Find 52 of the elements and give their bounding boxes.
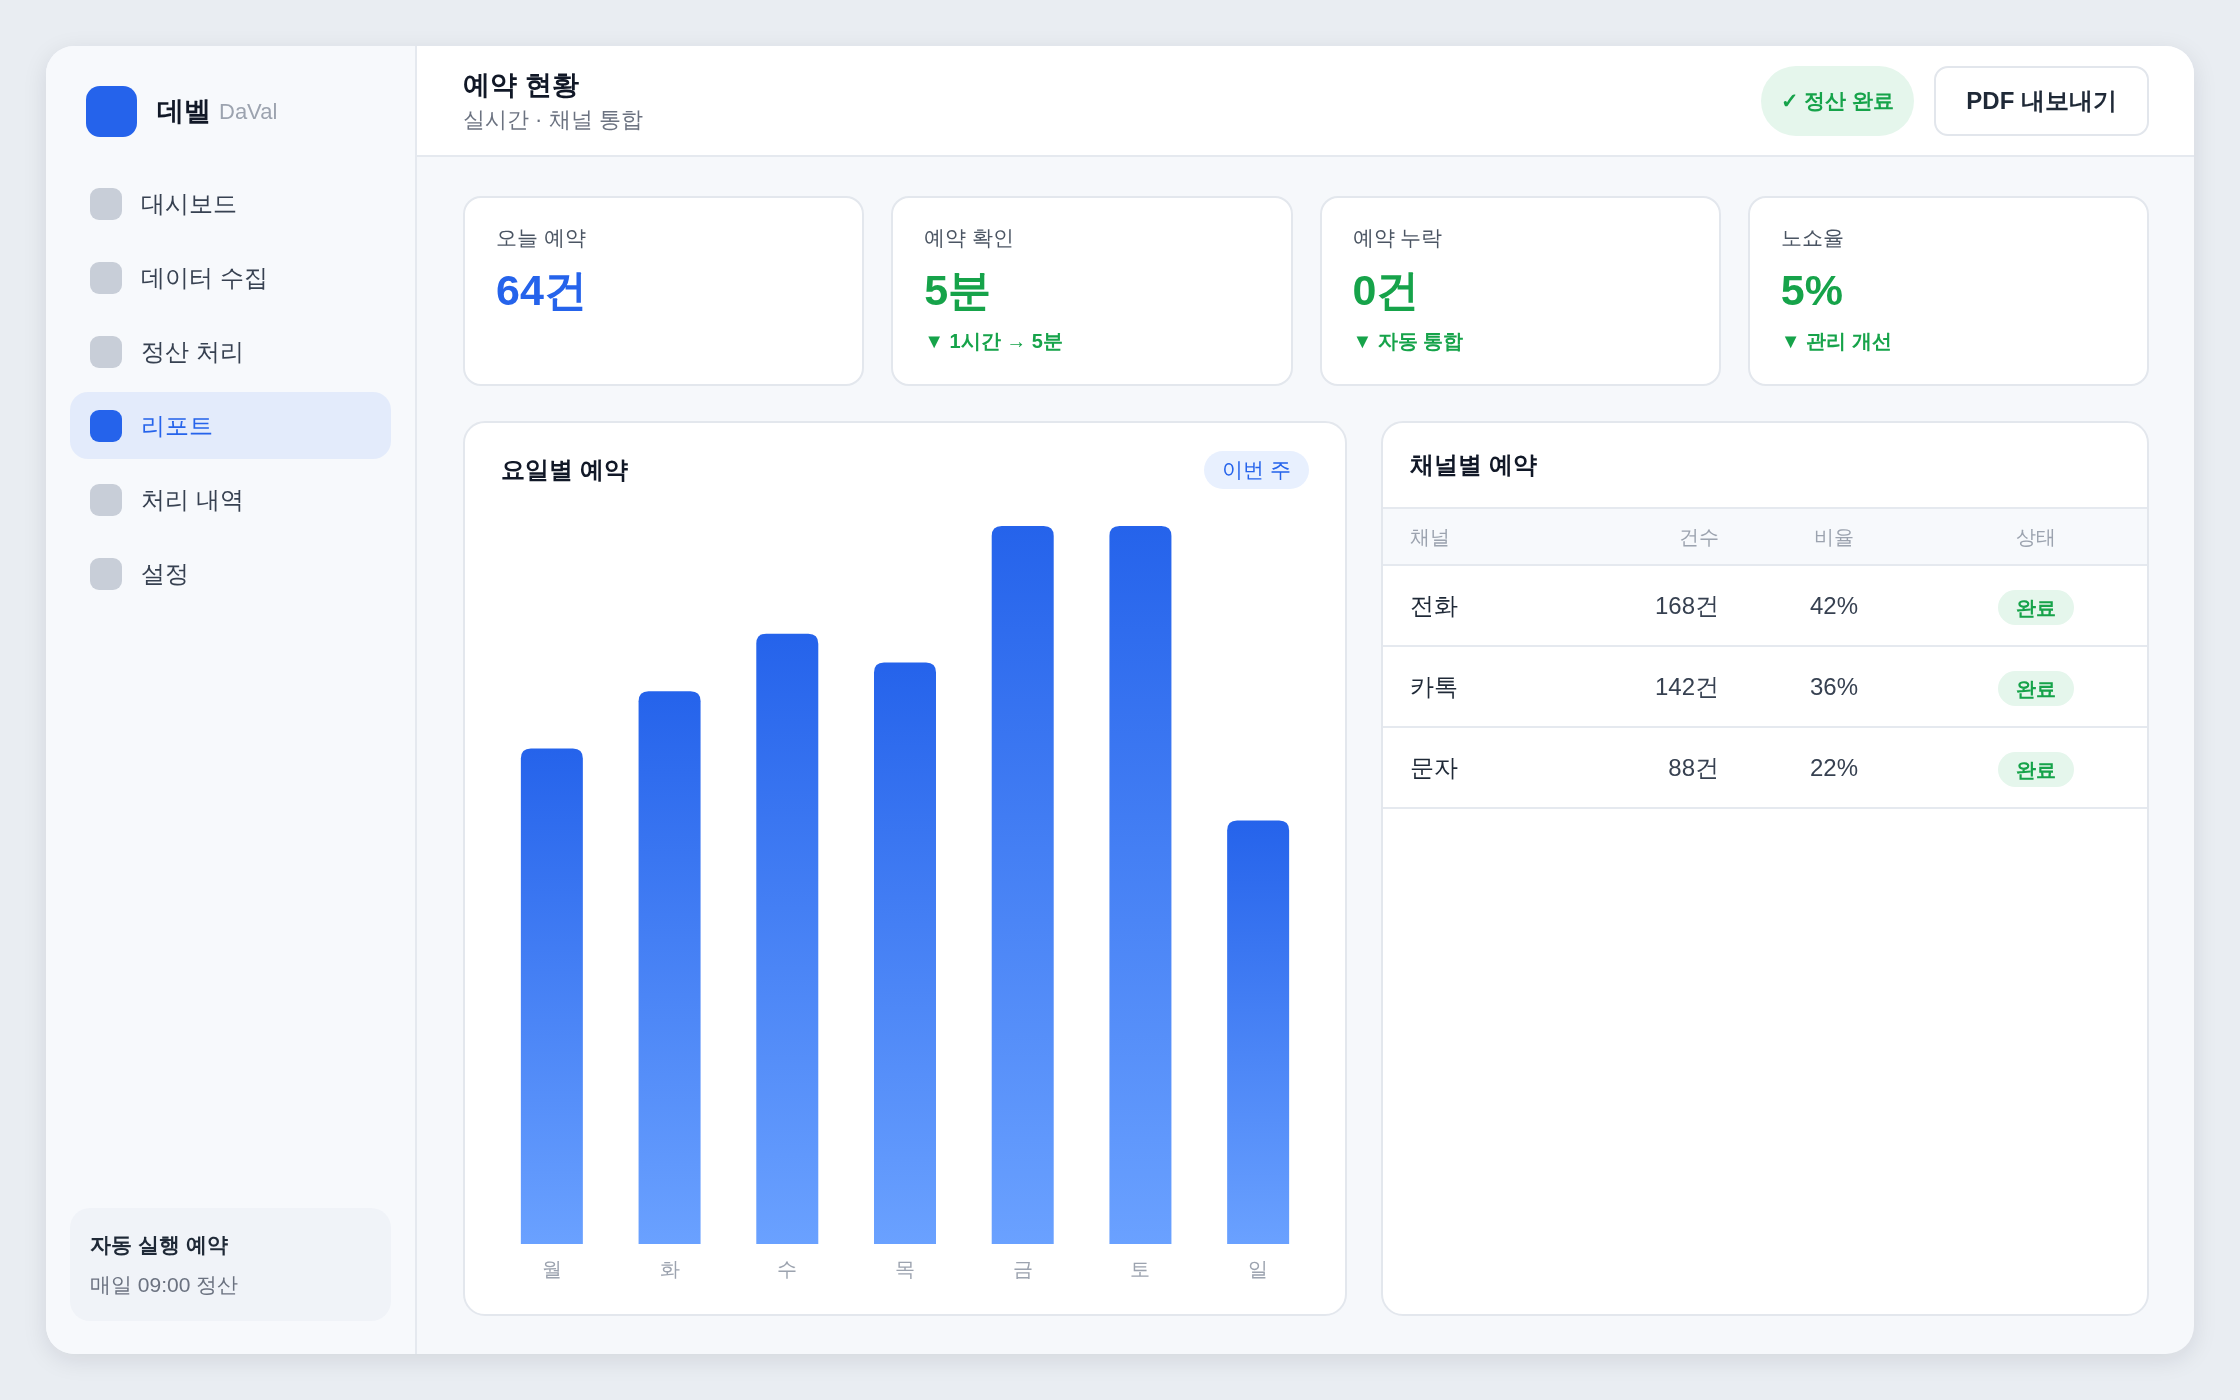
nav-item[interactable]: 데이터 수집 bbox=[70, 244, 391, 311]
nav-item[interactable]: 정산 처리 bbox=[70, 318, 391, 385]
kpi-value: 5분 bbox=[924, 265, 993, 315]
kpi-label: 예약 누락 bbox=[1352, 225, 1444, 251]
table-cell-text: 22% bbox=[1809, 752, 1858, 783]
column-header: 상태 bbox=[2016, 524, 2056, 550]
table-cell-text: 문자 bbox=[1410, 752, 1458, 783]
range-badge: 이번 주 bbox=[1204, 451, 1309, 489]
table-cell-text: 142건 bbox=[1654, 671, 1719, 702]
status-badge: 완료 bbox=[1998, 590, 2074, 625]
schedule-detail: 매일 09:00 정산 bbox=[90, 1272, 240, 1298]
axis-label: 일 bbox=[1248, 1257, 1269, 1282]
export-button[interactable]: PDF 내보내기 bbox=[1934, 65, 2149, 136]
kpi-note: ▼ 자동 통합 bbox=[1352, 329, 1465, 354]
kpi-value: 0건 bbox=[1352, 265, 1421, 315]
kpi-value: 5% bbox=[1780, 265, 1844, 315]
nav-item[interactable]: 대시보드 bbox=[70, 170, 391, 237]
status-badge: 완료 bbox=[1998, 752, 2074, 787]
logo-icon bbox=[86, 86, 137, 137]
brand-subtitle: DaVal bbox=[219, 100, 278, 123]
kpi-note: ▼ 1시간 → 5분 bbox=[924, 329, 1064, 354]
axis-label: 화 bbox=[659, 1257, 680, 1282]
axis-label: 월 bbox=[541, 1257, 562, 1282]
nav-item[interactable]: 설정 bbox=[70, 540, 391, 607]
table-cell-text: 전화 bbox=[1410, 590, 1458, 621]
table-cell-text: 36% bbox=[1809, 671, 1858, 702]
page-title: 예약 현황 bbox=[463, 68, 580, 102]
column-header: 건수 bbox=[1679, 524, 1719, 550]
schedule-title: 자동 실행 예약 bbox=[90, 1232, 229, 1258]
axis-label: 금 bbox=[1012, 1257, 1033, 1282]
table-cell-text: 카톡 bbox=[1410, 671, 1458, 702]
column-header: 채널 bbox=[1410, 524, 1450, 550]
kpi-label: 예약 확인 bbox=[924, 225, 1016, 251]
axis-label: 수 bbox=[777, 1257, 798, 1282]
kpi-label: 오늘 예약 bbox=[496, 225, 587, 251]
table-title: 채널별 예약 bbox=[1410, 450, 1537, 480]
kpi-value: 64건 bbox=[496, 265, 588, 315]
brand-name: 데벨 bbox=[157, 98, 211, 125]
table-cell-text: 168건 bbox=[1654, 590, 1719, 621]
nav-item[interactable]: 리포트 bbox=[70, 392, 391, 459]
status-badge: 완료 bbox=[1998, 671, 2074, 706]
nav-item[interactable]: 처리 내역 bbox=[70, 466, 391, 533]
kpi-note: ▼ 관리 개선 bbox=[1780, 329, 1893, 354]
chart-title: 요일별 예약 bbox=[501, 455, 628, 485]
table-cell-text: 42% bbox=[1809, 590, 1858, 621]
status-badge: ✓ 정산 완료 bbox=[1760, 65, 1915, 136]
table-cell-text: 88건 bbox=[1668, 752, 1719, 783]
axis-label: 목 bbox=[895, 1257, 915, 1282]
page-subtitle: 실시간 · 채널 통합 bbox=[463, 105, 643, 134]
kpi-label: 노쇼율 bbox=[1780, 225, 1845, 251]
axis-label: 토 bbox=[1130, 1257, 1151, 1282]
column-header: 비율 bbox=[1814, 524, 1854, 550]
